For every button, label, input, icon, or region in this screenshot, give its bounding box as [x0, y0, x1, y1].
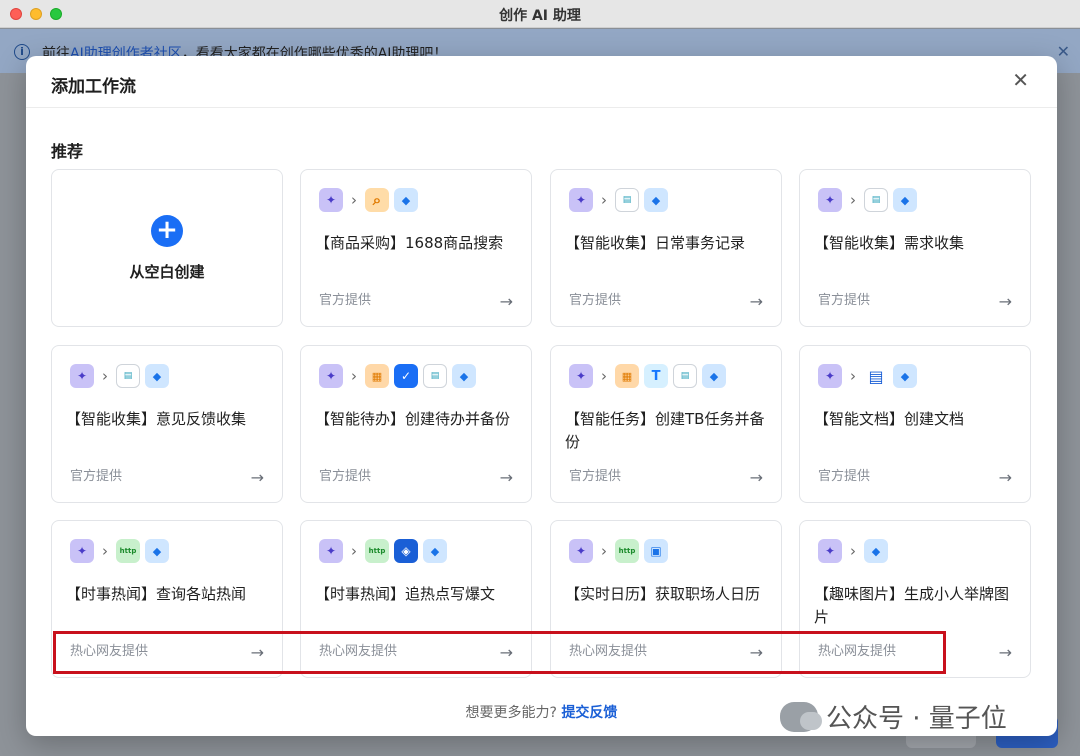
chevron-right-icon: ›: [102, 367, 108, 385]
chat-icon: ▣: [644, 539, 668, 563]
layers-icon: ◆: [452, 364, 476, 388]
window-title: 创作 AI 助理: [0, 5, 1080, 25]
chevron-right-icon: ›: [601, 191, 607, 209]
workflow-card[interactable]: ✦ › ▤◆ 【智能收集】意见反馈收集 官方提供 →: [51, 345, 283, 503]
chevron-right-icon: ›: [351, 367, 357, 385]
workflow-card[interactable]: ✦ › ▤◆ 【智能收集】需求收集 官方提供 →: [799, 169, 1031, 327]
window-titlebar: 创作 AI 助理: [0, 0, 1080, 28]
arrow-right-icon[interactable]: →: [999, 643, 1012, 662]
card-title: 【智能待办】创建待办并备份: [315, 408, 520, 431]
card-title: 【智能文档】创建文档: [814, 408, 1019, 431]
chevron-right-icon: ›: [850, 542, 856, 560]
chevron-right-icon: ›: [102, 542, 108, 560]
doc-table-icon: ▤: [423, 364, 447, 388]
card-provider: 官方提供: [70, 465, 122, 484]
chevron-right-icon: ›: [850, 191, 856, 209]
banner-close-icon[interactable]: ✕: [1057, 42, 1070, 61]
teambition-icon: T: [644, 364, 668, 388]
workflow-card[interactable]: ✦ › ▤◆ 【智能收集】日常事务记录 官方提供 →: [550, 169, 782, 327]
card-title: 【时事热闻】追热点写爆文: [315, 583, 520, 606]
layers-icon: ◆: [145, 364, 169, 388]
create-blank-label: 从空白创建: [129, 261, 204, 282]
layers-icon: ◆: [644, 188, 668, 212]
layers-icon: ◆: [145, 539, 169, 563]
watermark: 公众号 · 量子位: [780, 698, 1007, 735]
doc-table-icon: ▤: [864, 188, 888, 212]
card-provider: 官方提供: [569, 465, 621, 484]
layers-icon: ◆: [893, 188, 917, 212]
watermark-text: 公众号 · 量子位: [826, 698, 1007, 735]
workflow-card[interactable]: ✦ › ▦T▤◆ 【智能任务】创建TB任务并备份 官方提供 →: [550, 345, 782, 503]
calendar-icon: ▦: [365, 364, 389, 388]
annotation-highlight-box: [53, 631, 946, 674]
layers-icon: ◆: [864, 539, 888, 563]
magic-icon: ✦: [569, 539, 593, 563]
close-icon[interactable]: ✕: [1012, 70, 1029, 90]
card-provider: 官方提供: [818, 289, 870, 308]
calendar-icon: ▦: [615, 364, 639, 388]
diamond-icon: ◈: [394, 539, 418, 563]
card-provider: 官方提供: [569, 289, 621, 308]
modal-header: 添加工作流 ✕: [26, 56, 1057, 108]
plus-icon: +: [151, 215, 183, 247]
magic-icon: ✦: [70, 539, 94, 563]
search-icon: ⌕: [365, 188, 389, 212]
arrow-right-icon[interactable]: →: [750, 292, 763, 311]
submit-feedback-link[interactable]: 提交反馈: [561, 705, 617, 721]
magic-icon: ✦: [818, 539, 842, 563]
http-icon: http: [615, 539, 639, 563]
arrow-right-icon[interactable]: →: [750, 468, 763, 487]
card-provider: 官方提供: [818, 465, 870, 484]
checkbox-icon: ✓: [394, 364, 418, 388]
arrow-right-icon[interactable]: →: [999, 292, 1012, 311]
card-title: 【实时日历】获取职场人日历: [565, 583, 770, 606]
layers-icon: ◆: [394, 188, 418, 212]
doc-table-icon: ▤: [615, 188, 639, 212]
layers-icon: ◆: [702, 364, 726, 388]
magic-icon: ✦: [569, 188, 593, 212]
card-title: 【商品采购】1688商品搜索: [315, 232, 520, 255]
http-icon: http: [116, 539, 140, 563]
layers-icon: ◆: [423, 539, 447, 563]
modal-title: 添加工作流: [51, 72, 136, 97]
magic-icon: ✦: [569, 364, 593, 388]
magic-icon: ✦: [319, 539, 343, 563]
wechat-logo-icon: [780, 702, 818, 732]
doc-table-icon: ▤: [116, 364, 140, 388]
magic-icon: ✦: [70, 364, 94, 388]
chevron-right-icon: ›: [601, 367, 607, 385]
card-title: 【智能收集】需求收集: [814, 232, 1019, 255]
card-title: 【智能收集】日常事务记录: [565, 232, 770, 255]
card-title: 【时事热闻】查询各站热闻: [66, 583, 271, 606]
magic-icon: ✦: [818, 188, 842, 212]
arrow-right-icon[interactable]: →: [251, 468, 264, 487]
chevron-right-icon: ›: [351, 542, 357, 560]
card-provider: 官方提供: [319, 289, 371, 308]
card-title: 【智能收集】意见反馈收集: [66, 408, 271, 431]
card-title: 【智能任务】创建TB任务并备份: [565, 408, 770, 454]
card-title: 【趣味图片】生成小人举牌图片: [814, 583, 1019, 629]
chevron-right-icon: ›: [850, 367, 856, 385]
chevron-right-icon: ›: [601, 542, 607, 560]
workflow-card[interactable]: ✦ › ⌕◆ 【商品采购】1688商品搜索 官方提供 →: [300, 169, 532, 327]
workflow-card[interactable]: ✦ › ▦✓▤◆ 【智能待办】创建待办并备份 官方提供 →: [300, 345, 532, 503]
magic-icon: ✦: [818, 364, 842, 388]
chevron-right-icon: ›: [351, 191, 357, 209]
document-icon: ▤: [864, 364, 888, 388]
layers-icon: ◆: [893, 364, 917, 388]
section-title-recommended: 推荐: [51, 138, 83, 162]
card-provider: 官方提供: [319, 465, 371, 484]
arrow-right-icon[interactable]: →: [500, 468, 513, 487]
doc-table-icon: ▤: [673, 364, 697, 388]
workflow-card[interactable]: ✦ › ▤◆ 【智能文档】创建文档 官方提供 →: [799, 345, 1031, 503]
magic-icon: ✦: [319, 364, 343, 388]
magic-icon: ✦: [319, 188, 343, 212]
create-blank-card[interactable]: + 从空白创建: [51, 169, 283, 327]
arrow-right-icon[interactable]: →: [999, 468, 1012, 487]
arrow-right-icon[interactable]: →: [500, 292, 513, 311]
http-icon: http: [365, 539, 389, 563]
